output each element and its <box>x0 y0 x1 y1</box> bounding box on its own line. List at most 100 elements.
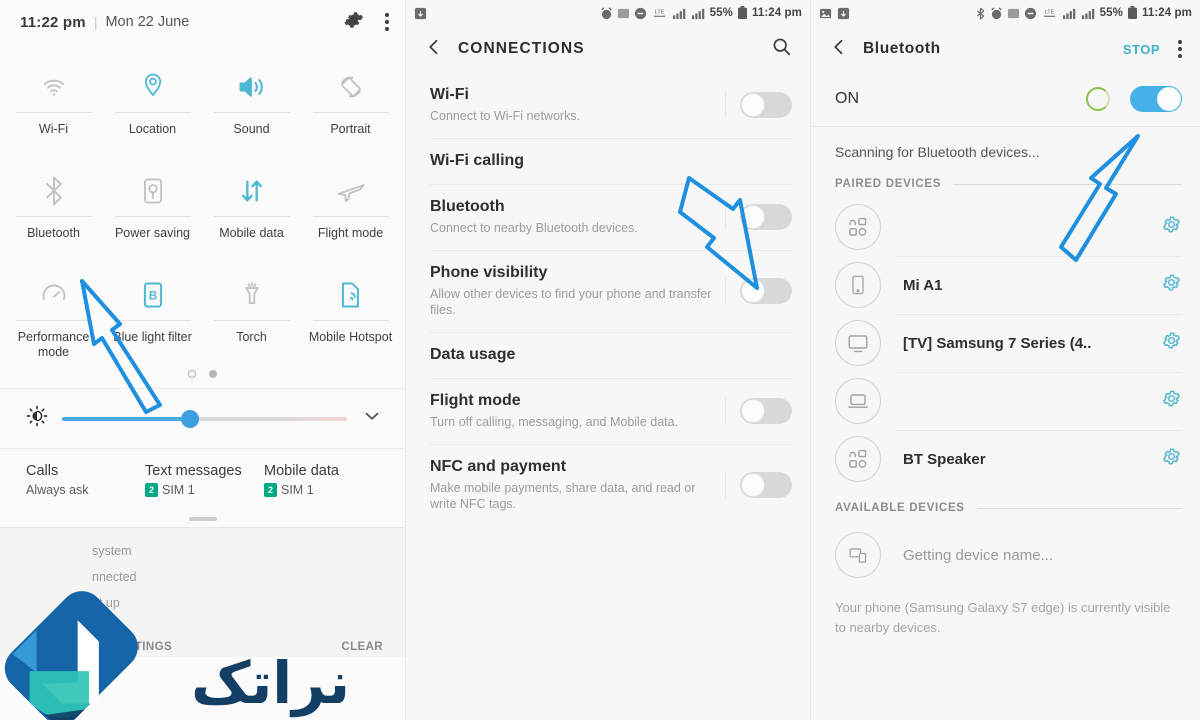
sim-column-calls[interactable]: Calls Always ask <box>26 463 145 497</box>
quick-tile-label: Blue light filter <box>113 330 192 344</box>
quick-tile-torch[interactable]: Torch <box>202 258 301 362</box>
alarm-icon <box>600 6 612 19</box>
device-row[interactable] <box>811 372 1200 430</box>
clear-notifications-button[interactable]: CLEAR <box>341 641 383 653</box>
wifi-toggle[interactable] <box>740 92 792 118</box>
quick-tile-blue-light-filter[interactable]: B Blue light filter <box>103 258 202 362</box>
quick-tile-sound[interactable]: Sound <box>202 50 301 154</box>
laptop-icon <box>835 378 881 424</box>
row-title: Bluetooth <box>430 198 505 215</box>
toggle-knob <box>741 399 765 423</box>
nfc-toggle[interactable] <box>740 472 792 498</box>
sim-settings-row: Calls Always ask Text messages 2 SIM 1 M… <box>0 449 405 513</box>
notification-area: system nnected et up NOTIFICATION SETTIN… <box>0 527 405 657</box>
quick-tile-mobile-hotspot[interactable]: Mobile Hotspot <box>301 258 400 362</box>
signal-bars-sim2-icon <box>1081 8 1094 19</box>
sim-column-title: Mobile data <box>264 463 339 479</box>
settings-row-wifi[interactable]: Wi-Fi Connect to Wi-Fi networks. <box>406 72 810 138</box>
device-row[interactable]: [TV] Samsung 7 Series (4.. <box>811 314 1200 372</box>
device-row[interactable] <box>811 198 1200 256</box>
quick-tile-bluetooth[interactable]: Bluetooth <box>4 154 103 258</box>
device-row[interactable]: Mi A1 <box>811 256 1200 314</box>
settings-row-data-usage[interactable]: Data usage <box>406 332 810 378</box>
quick-tile-performance-mode[interactable]: Performance mode <box>4 258 103 362</box>
sim-column-mobile-data[interactable]: Mobile data 2 SIM 1 <box>264 463 383 497</box>
row-title: Data usage <box>430 346 516 363</box>
overflow-menu-icon[interactable] <box>1178 40 1182 58</box>
bluetooth-master-toggle[interactable] <box>1130 86 1182 112</box>
quick-tile-wifi[interactable]: Wi-Fi <box>4 50 103 154</box>
gear-icon[interactable] <box>1161 446 1182 472</box>
paired-devices-list: Mi A1 [TV] Samsung 7 Series (4.. BT Spea… <box>811 198 1200 488</box>
search-icon[interactable] <box>771 36 792 62</box>
quick-tile-location[interactable]: Location <box>103 50 202 154</box>
sim-column-title: Text messages <box>145 463 242 479</box>
flight-mode-toggle[interactable] <box>740 398 792 424</box>
settings-row-nfc-and-payment[interactable]: NFC and payment Make mobile payments, sh… <box>406 444 810 526</box>
available-devices-list: Getting device name... <box>811 522 1200 584</box>
quick-settings-row: Wi-Fi Location Sound Portrait <box>4 50 401 154</box>
phone-visibility-toggle[interactable] <box>740 278 792 304</box>
tile-underline <box>213 216 290 217</box>
gear-icon[interactable] <box>1161 388 1182 414</box>
status-bar-right-icons: LTE 55% 11:24 pm <box>975 6 1192 20</box>
quick-tile-mobile-data[interactable]: Mobile data <box>202 154 301 258</box>
settings-row-phone-visibility[interactable]: Phone visibility Allow other devices to … <box>406 250 810 332</box>
gear-icon[interactable] <box>343 9 365 36</box>
toggle-knob <box>1157 87 1181 111</box>
topbar-separator: | <box>93 14 98 30</box>
image-icon <box>819 8 832 18</box>
row-divider <box>725 278 726 304</box>
quick-tile-flight-mode[interactable]: Flight mode <box>301 154 400 258</box>
device-name: [TV] Samsung 7 Series (4.. <box>903 334 1092 352</box>
tile-underline <box>15 216 92 217</box>
row-texts: Wi-Fi Connect to Wi-Fi networks. <box>430 86 725 124</box>
tile-underline <box>312 112 389 113</box>
page-indicator <box>0 370 405 378</box>
stop-scan-button[interactable]: STOP <box>1123 42 1160 57</box>
status-bar-clock: 11:24 pm <box>751 7 802 19</box>
bluetooth-toggle[interactable] <box>740 204 792 230</box>
page-dot-2[interactable] <box>209 370 217 378</box>
sim-column-value: SIM 1 <box>281 483 314 497</box>
brightness-slider-knob[interactable] <box>181 409 200 428</box>
signal-bars-sim1-icon <box>1062 8 1075 19</box>
gear-icon[interactable] <box>1161 330 1182 356</box>
row-subtitle: Turn off calling, messaging, and Mobile … <box>430 415 679 429</box>
screenshot-stage: 11:22 pm | Mon 22 June Wi-Fi Location So… <box>0 0 1200 720</box>
quick-tile-label: Mobile Hotspot <box>308 330 393 344</box>
sim-column-text-messages[interactable]: Text messages 2 SIM 1 <box>145 463 264 497</box>
quick-settings-topbar: 11:22 pm | Mon 22 June <box>0 0 405 44</box>
row-title: Phone visibility <box>430 264 548 281</box>
chevron-down-icon[interactable] <box>361 405 383 432</box>
overflow-menu-icon[interactable] <box>385 13 389 31</box>
back-arrow-icon[interactable] <box>829 37 849 62</box>
notification-actions: NOTIFICATION SETTINGS CLEAR <box>0 641 405 653</box>
row-subtitle: Allow other devices to find your phone a… <box>430 287 712 317</box>
notification-line-2: nnected <box>92 570 137 584</box>
do-not-disturb-icon <box>634 7 646 19</box>
row-divider <box>725 472 726 498</box>
settings-row-flight-mode[interactable]: Flight mode Turn off calling, messaging,… <box>406 378 810 444</box>
sim-column-value-wrap: Always ask <box>26 483 145 497</box>
gear-icon[interactable] <box>1161 272 1182 298</box>
device-row[interactable]: Getting device name... <box>811 522 1200 584</box>
page-dot-1[interactable] <box>188 370 196 378</box>
device-row[interactable]: BT Speaker <box>811 430 1200 488</box>
quick-tile-portrait[interactable]: Portrait <box>301 50 400 154</box>
panel-drag-handle[interactable] <box>0 513 405 527</box>
toggle-knob <box>741 93 765 117</box>
settings-row-wifi-calling[interactable]: Wi-Fi calling <box>406 138 810 184</box>
row-title: NFC and payment <box>430 458 567 475</box>
notification-settings-button[interactable]: NOTIFICATION SETTINGS <box>22 641 172 653</box>
do-not-disturb-icon <box>1024 7 1036 19</box>
brightness-slider[interactable] <box>62 409 347 428</box>
brightness-row <box>0 388 405 449</box>
page-title: CONNECTIONS <box>458 40 585 57</box>
gear-icon[interactable] <box>1161 214 1182 240</box>
brightness-slider-fill <box>62 416 191 421</box>
back-arrow-icon[interactable] <box>424 37 444 62</box>
quick-tile-power-saving[interactable]: Power saving <box>103 154 202 258</box>
header-rule <box>953 183 1182 185</box>
settings-row-bluetooth[interactable]: Bluetooth Connect to nearby Bluetooth de… <box>406 184 810 250</box>
